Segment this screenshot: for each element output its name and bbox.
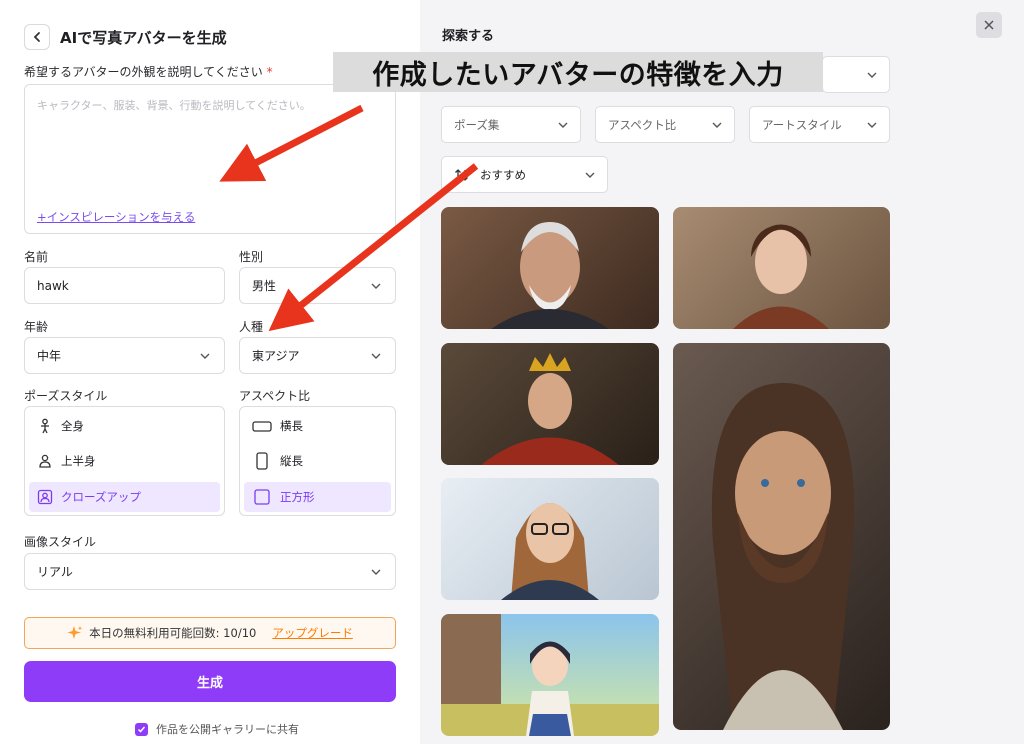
annotation-banner: 作成したいアバターの特徴を入力 bbox=[333, 52, 823, 92]
description-label: 希望するアバターの外観を説明してください * bbox=[24, 63, 273, 80]
name-input[interactable]: hawk bbox=[24, 267, 225, 304]
art-style-filter[interactable]: アートスタイル bbox=[749, 106, 890, 143]
aspect-ratio-label: アスペクト比 bbox=[239, 389, 311, 403]
page-title: AIで写真アバターを生成 bbox=[60, 29, 227, 47]
filter-label: アスペクト比 bbox=[608, 117, 677, 132]
sort-label: おすすめ bbox=[480, 167, 526, 182]
image-style-select[interactable]: リアル bbox=[24, 553, 396, 590]
share-label: 作品を公開ギャラリーに共有 bbox=[156, 723, 299, 736]
pose-option-upperbody[interactable]: 上半身 bbox=[29, 446, 220, 476]
upgrade-link[interactable]: アップグレード bbox=[272, 625, 353, 641]
description-label-text: 希望するアバターの外観を説明してください bbox=[24, 65, 263, 79]
gallery-card-woman-historical[interactable] bbox=[673, 207, 890, 329]
close-button[interactable] bbox=[976, 12, 1002, 38]
chevron-down-icon bbox=[371, 283, 381, 289]
aspect-option-square[interactable]: 正方形 bbox=[244, 482, 391, 512]
chevron-left-icon bbox=[33, 32, 40, 42]
share-gallery-option[interactable]: 作品を公開ギャラリーに共有 bbox=[135, 721, 299, 737]
share-checkbox[interactable] bbox=[135, 722, 148, 736]
name-value: hawk bbox=[37, 278, 69, 293]
chevron-down-icon bbox=[558, 122, 568, 128]
pose-style-group: 全身 上半身 クローズアップ bbox=[24, 406, 225, 516]
sort-content: おすすめ bbox=[454, 167, 526, 183]
chevron-down-icon bbox=[867, 72, 877, 78]
chevron-down-icon bbox=[585, 172, 595, 178]
pose-option-label: クローズアップ bbox=[61, 490, 141, 504]
age-value: 中年 bbox=[37, 349, 62, 363]
gender-value: 男性 bbox=[252, 279, 277, 293]
quota-text: 本日の無料利用可能回数: 10/10 bbox=[89, 626, 257, 640]
gender-select[interactable]: 男性 bbox=[239, 267, 396, 304]
bearded-man-portrait-image bbox=[711, 383, 855, 730]
pose-collection-filter[interactable]: ポーズ集 bbox=[441, 106, 581, 143]
portrait-icon bbox=[256, 452, 268, 470]
pose-style-label: ポーズスタイル bbox=[24, 389, 108, 403]
chevron-down-icon bbox=[712, 122, 722, 128]
aspect-option-portrait[interactable]: 縦長 bbox=[244, 446, 391, 476]
age-select[interactable]: 中年 bbox=[24, 337, 225, 374]
sort-icon bbox=[455, 168, 468, 181]
aspect-option-label: 正方形 bbox=[280, 490, 315, 504]
landscape-icon bbox=[252, 421, 272, 432]
aspect-ratio-filter[interactable]: アスペクト比 bbox=[595, 106, 735, 143]
filter-label: ポーズ集 bbox=[454, 117, 500, 132]
closeup-icon bbox=[37, 489, 53, 505]
sort-dropdown[interactable]: おすすめ bbox=[441, 156, 608, 193]
description-placeholder: キャラクター、服装、背景、行動を説明してください。 bbox=[37, 99, 311, 112]
square-icon bbox=[254, 489, 270, 505]
check-icon bbox=[137, 726, 146, 733]
back-button[interactable] bbox=[24, 24, 50, 50]
chevron-down-icon bbox=[371, 353, 381, 359]
image-style-label: 画像スタイル bbox=[24, 535, 97, 549]
aspect-option-label: 縦長 bbox=[280, 454, 303, 468]
description-textarea[interactable]: キャラクター、服装、背景、行動を説明してください。 +インスピレーションを与える bbox=[24, 84, 396, 234]
anime-girl-image bbox=[441, 614, 659, 736]
pose-option-label: 上半身 bbox=[61, 454, 96, 468]
ethnicity-select[interactable]: 東アジア bbox=[239, 337, 396, 374]
pose-option-fullbody[interactable]: 全身 bbox=[29, 411, 220, 441]
required-mark: * bbox=[266, 65, 273, 79]
full-body-icon bbox=[41, 418, 49, 434]
gallery-card-anime-girl[interactable] bbox=[441, 614, 659, 736]
sparkle-icon bbox=[67, 626, 83, 639]
aspect-option-label: 横長 bbox=[280, 419, 303, 433]
quota-banner: 本日の無料利用可能回数: 10/10 アップグレード bbox=[24, 617, 396, 649]
ethnicity-value: 東アジア bbox=[252, 349, 300, 363]
old-man-portrait-image bbox=[491, 222, 609, 329]
gallery-card-bearded-man[interactable] bbox=[673, 343, 890, 730]
gallery-card-king[interactable] bbox=[441, 343, 659, 465]
ethnicity-label: 人種 bbox=[239, 320, 264, 334]
name-label: 名前 bbox=[24, 250, 49, 264]
filter-label: アートスタイル bbox=[762, 117, 842, 132]
woman-glasses-portrait-image bbox=[501, 503, 599, 600]
image-style-value: リアル bbox=[37, 565, 73, 579]
chevron-down-icon bbox=[867, 122, 877, 128]
woman-portrait-image bbox=[733, 224, 829, 329]
pose-option-label: 全身 bbox=[61, 419, 84, 433]
gender-label: 性別 bbox=[239, 250, 264, 264]
gallery-card-woman-glasses[interactable] bbox=[441, 478, 659, 600]
explore-title: 探索する bbox=[442, 29, 495, 44]
generate-button[interactable]: 生成 bbox=[24, 661, 396, 702]
generator-panel: AIで写真アバターを生成 希望するアバターの外観を説明してください * キャラク… bbox=[0, 0, 420, 744]
upper-body-icon bbox=[39, 454, 51, 468]
aspect-ratio-group: 横長 縦長 正方形 bbox=[239, 406, 396, 516]
chevron-down-icon bbox=[200, 353, 210, 359]
filter-dropdown[interactable] bbox=[822, 56, 890, 93]
king-portrait-image bbox=[481, 353, 619, 465]
age-label: 年齢 bbox=[24, 320, 49, 334]
close-icon bbox=[984, 20, 994, 30]
aspect-option-landscape[interactable]: 横長 bbox=[244, 411, 391, 441]
inspiration-link[interactable]: +インスピレーションを与える bbox=[37, 209, 195, 225]
chevron-down-icon bbox=[371, 569, 381, 575]
gallery-card-old-man[interactable] bbox=[441, 207, 659, 329]
pose-option-closeup[interactable]: クローズアップ bbox=[29, 482, 220, 512]
